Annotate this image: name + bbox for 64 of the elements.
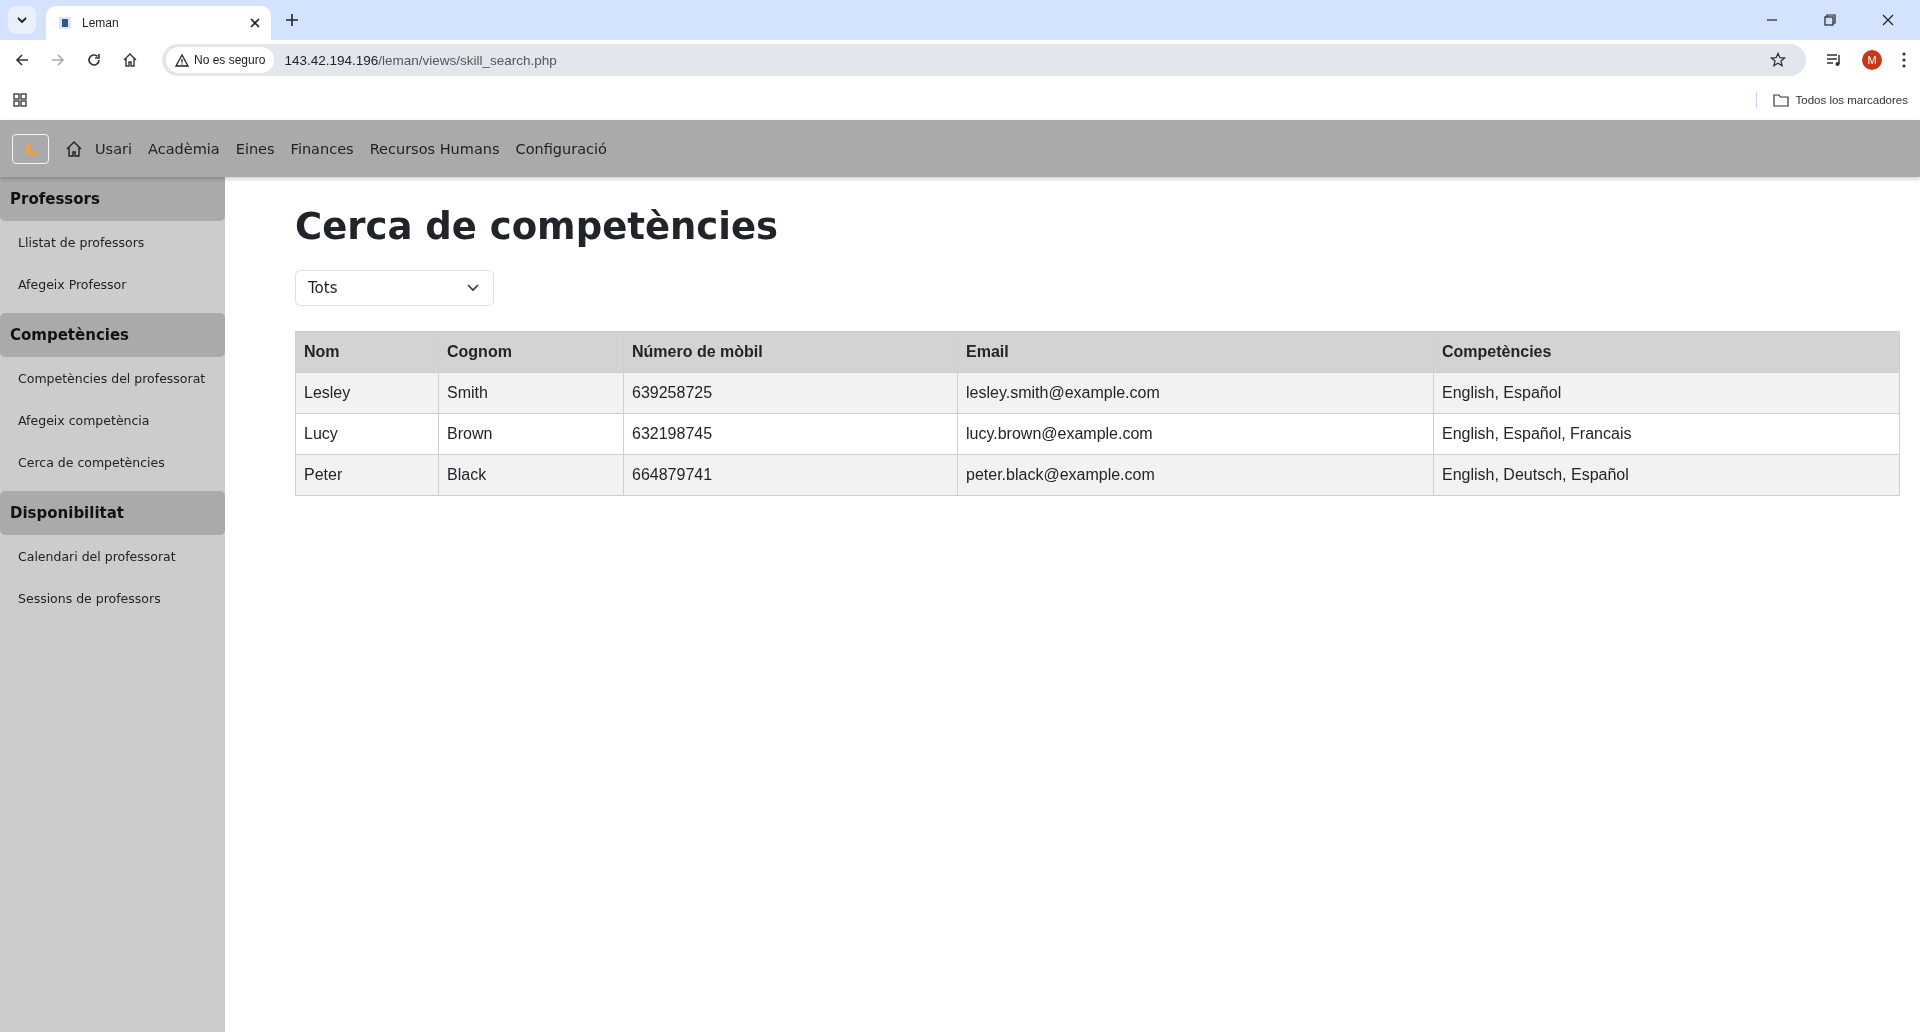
nav-link[interactable]: Configuració bbox=[515, 140, 607, 157]
profile-avatar[interactable]: M bbox=[1862, 50, 1882, 70]
table-cell: 639258725 bbox=[623, 372, 958, 414]
table-cell: Peter bbox=[295, 454, 439, 496]
new-tab-icon[interactable] bbox=[285, 13, 299, 27]
column-header: Cognom bbox=[438, 331, 624, 373]
home-icon[interactable] bbox=[122, 52, 138, 68]
table-cell: 632198745 bbox=[623, 413, 958, 455]
table-cell: Lucy bbox=[295, 413, 439, 455]
table-cell: Black bbox=[438, 454, 624, 496]
sidebar-link[interactable]: Afegeix Professor bbox=[0, 263, 225, 305]
security-chip[interactable]: No es seguro bbox=[166, 47, 275, 73]
table-cell: English, Español, Francais bbox=[1433, 413, 1900, 455]
back-arrow-icon[interactable] bbox=[14, 52, 30, 68]
table-cell: English, Deutsch, Español bbox=[1433, 454, 1900, 496]
table-cell: lucy.brown@example.com bbox=[957, 413, 1434, 455]
close-icon[interactable] bbox=[1882, 14, 1894, 26]
browser-tab[interactable]: Leman bbox=[46, 6, 271, 40]
filter-dropdown[interactable]: Tots bbox=[295, 270, 494, 306]
table-cell: English, Español bbox=[1433, 372, 1900, 414]
all-bookmarks-button[interactable]: Todos los marcadores bbox=[1772, 93, 1908, 107]
table-cell: 664879741 bbox=[623, 454, 958, 496]
address-bar[interactable]: No es seguro 143.42.194.196/leman/views/skill_search.php bbox=[162, 44, 1806, 76]
tab-title: Leman bbox=[82, 16, 120, 30]
table-cell: Lesley bbox=[295, 372, 439, 414]
sidebar-link[interactable]: Competències del professorat bbox=[0, 357, 225, 399]
sidebar-link[interactable]: Llistat de professors bbox=[0, 221, 225, 263]
sidebar-section-heading: Competències bbox=[0, 313, 225, 357]
sidebar-link[interactable]: Calendari del professorat bbox=[0, 535, 225, 577]
close-icon[interactable] bbox=[249, 17, 261, 29]
star-icon[interactable] bbox=[1770, 52, 1786, 68]
sidebar-link[interactable]: Cerca de competències bbox=[0, 441, 225, 483]
site-favicon-icon bbox=[58, 16, 72, 30]
apps-grid-icon[interactable] bbox=[13, 93, 27, 107]
table-cell: Brown bbox=[438, 413, 624, 455]
home-icon[interactable] bbox=[65, 139, 83, 158]
column-header: Nom bbox=[295, 331, 439, 373]
sidebar-link[interactable]: Sessions de professors bbox=[0, 577, 225, 619]
restore-icon[interactable] bbox=[1824, 14, 1836, 26]
nav-link[interactable]: Recursos Humans bbox=[369, 140, 500, 157]
sidebar-section-heading: Professors bbox=[0, 177, 225, 221]
sidebar-section-heading: Disponibilitat bbox=[0, 491, 225, 535]
chevron-down-icon bbox=[16, 14, 28, 26]
folder-icon bbox=[1772, 93, 1789, 107]
crescent-moon-icon bbox=[22, 140, 39, 157]
url-text: 143.42.194.196/leman/views/skill_search.php bbox=[284, 52, 557, 68]
table-cell: Smith bbox=[438, 372, 624, 414]
page-title: Cerca de competències bbox=[295, 205, 780, 248]
reload-icon[interactable] bbox=[86, 52, 102, 68]
column-header: Número de mòbil bbox=[623, 331, 958, 373]
more-options-icon[interactable] bbox=[1902, 52, 1906, 68]
nav-link[interactable]: Eines bbox=[235, 140, 275, 157]
nav-link[interactable]: Finances bbox=[290, 140, 354, 157]
chevron-down-icon bbox=[467, 284, 479, 292]
table-cell: lesley.smith@example.com bbox=[957, 372, 1434, 414]
column-header: Competències bbox=[1433, 331, 1900, 373]
sidebar-link[interactable]: Afegeix competència bbox=[0, 399, 225, 441]
nav-link[interactable]: Usari bbox=[95, 140, 133, 157]
nav-link[interactable]: Acadèmia bbox=[148, 140, 220, 157]
table-cell: peter.black@example.com bbox=[957, 454, 1434, 496]
warning-icon bbox=[175, 53, 189, 67]
column-header: Email bbox=[957, 331, 1434, 373]
tab-search-button[interactable] bbox=[8, 6, 36, 34]
media-playlist-icon[interactable] bbox=[1826, 52, 1842, 68]
